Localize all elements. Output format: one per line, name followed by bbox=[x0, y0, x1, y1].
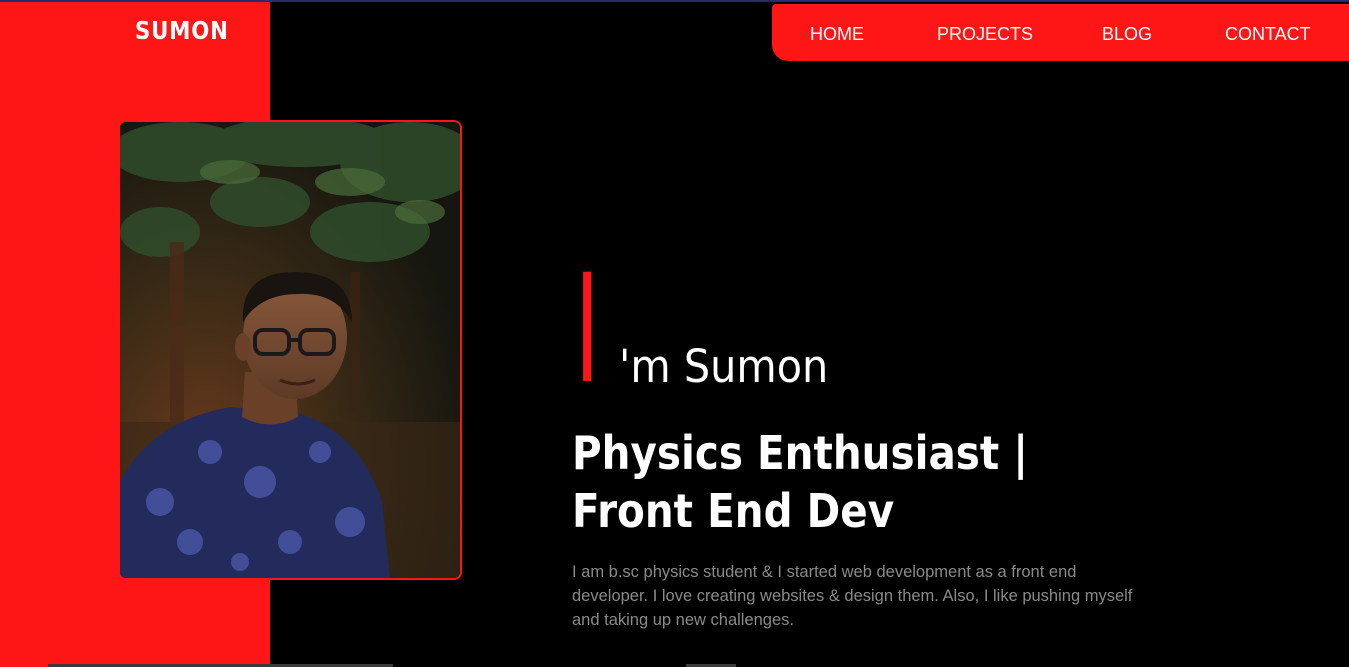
hero-name: 'm Sumon bbox=[619, 340, 829, 393]
nav-projects[interactable]: PROJECTS bbox=[937, 24, 1033, 45]
nav-blog[interactable]: BLOG bbox=[1102, 24, 1152, 45]
profile-photo bbox=[118, 120, 462, 580]
nav-contact[interactable]: CONTACT bbox=[1225, 24, 1311, 45]
hero-title: Physics Enthusiast | Front End Dev bbox=[572, 426, 1029, 538]
nav-home[interactable]: HOME bbox=[810, 24, 864, 45]
portrait-illustration bbox=[120, 122, 460, 578]
main-nav: HOME PROJECTS BLOG CONTACT bbox=[772, 4, 1349, 61]
hero-description: I am b.sc physics student & I started we… bbox=[572, 563, 1133, 629]
site-logo[interactable]: SUMON bbox=[135, 16, 229, 45]
hero-big-letter: I bbox=[575, 243, 600, 417]
portfolio-page: SUMON HOME PROJECTS BLOG CONTACT I 'm Su… bbox=[0, 0, 1349, 667]
